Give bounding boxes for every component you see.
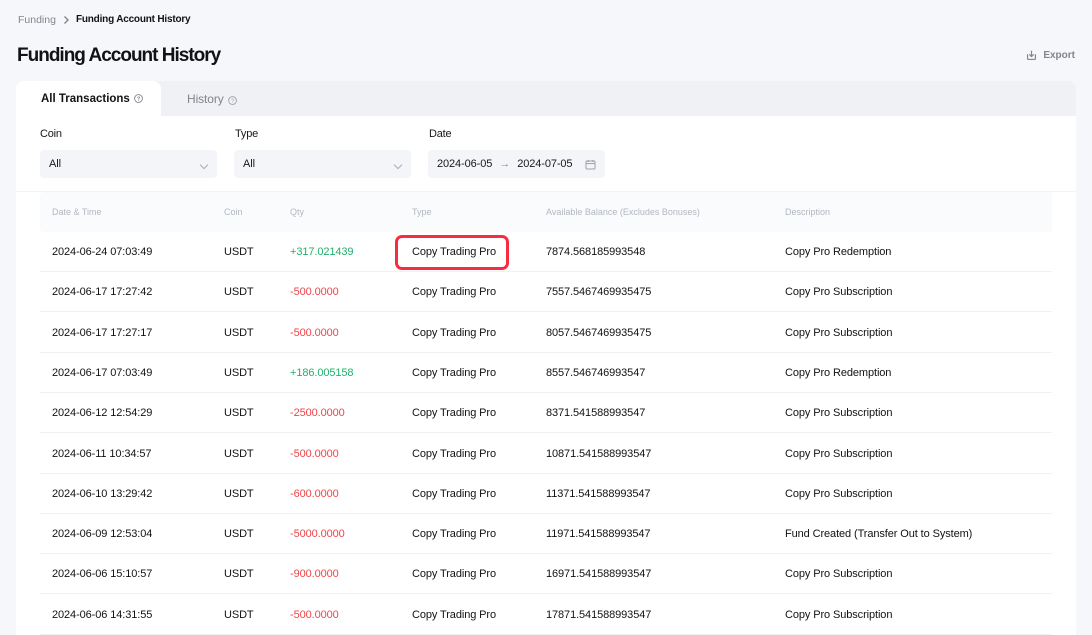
svg-text:?: ? (137, 97, 141, 103)
